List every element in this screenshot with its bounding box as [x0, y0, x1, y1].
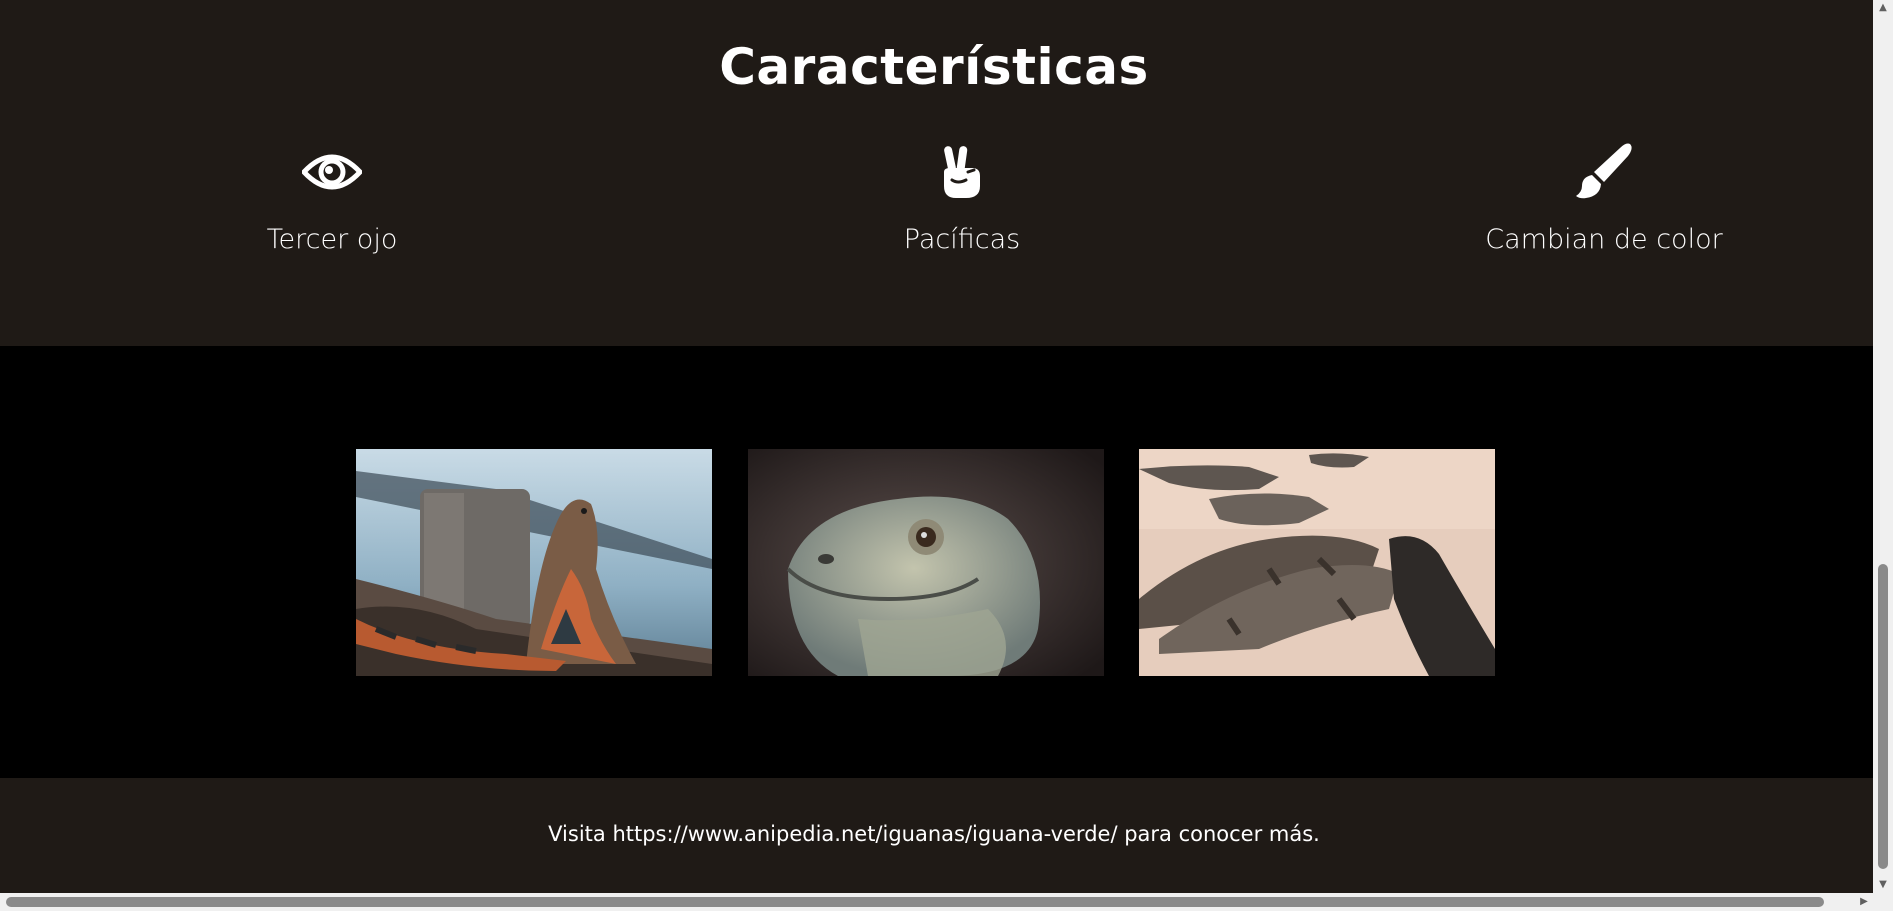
feature-peaceful: Pacíficas — [782, 140, 1142, 255]
scroll-up-arrow-icon[interactable]: ▲ — [1873, 0, 1893, 16]
iguanas-sand-image — [1139, 449, 1495, 676]
feature-label: Tercer ojo — [266, 224, 398, 255]
vertical-scroll-thumb[interactable] — [1878, 564, 1888, 869]
feature-color-change: Cambian de color — [1424, 140, 1784, 255]
features-section: Características Tercer ojo Pacíficas Cam… — [0, 0, 1873, 346]
horizontal-scrollbar[interactable]: ▶ — [0, 893, 1893, 911]
gallery-section — [0, 346, 1873, 778]
scroll-down-arrow-icon[interactable]: ▼ — [1873, 877, 1893, 893]
feature-third-eye: Tercer ojo — [152, 140, 512, 255]
footer-section: Visita https://www.anipedia.net/iguanas/… — [0, 778, 1873, 893]
feature-label: Pacíficas — [903, 224, 1021, 255]
iguana-shore-image — [356, 449, 712, 676]
eye-icon — [152, 140, 512, 204]
feature-label: Cambian de color — [1485, 224, 1723, 255]
vertical-scrollbar[interactable]: ▲ ▼ — [1873, 0, 1893, 893]
page: Características Tercer ojo Pacíficas Cam… — [0, 0, 1873, 893]
peace-hand-icon — [782, 140, 1142, 204]
horizontal-scroll-thumb[interactable] — [6, 897, 1824, 907]
paintbrush-icon — [1424, 140, 1784, 204]
iguana-head-image — [748, 449, 1104, 676]
scroll-right-arrow-icon[interactable]: ▶ — [1855, 893, 1873, 911]
footer-text: Visita https://www.anipedia.net/iguanas/… — [548, 822, 1320, 846]
features-title: Características — [719, 38, 1149, 96]
